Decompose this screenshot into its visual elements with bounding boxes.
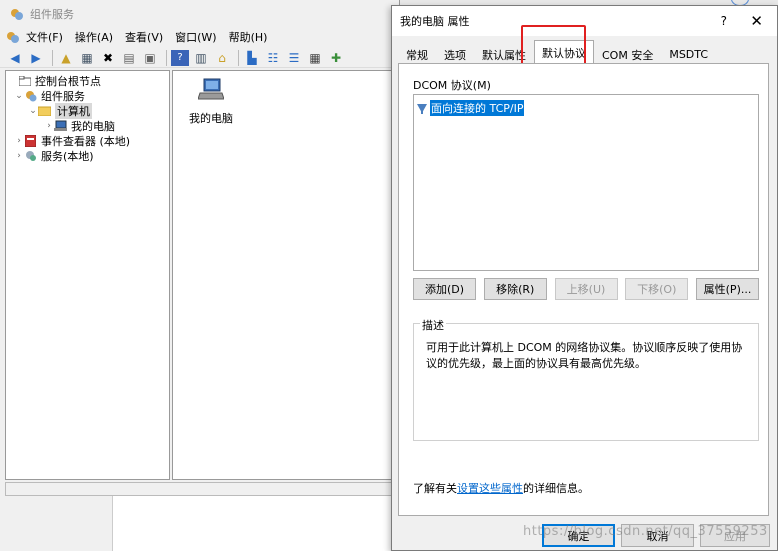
detail-view-icon[interactable]: ▦ [306, 50, 324, 66]
toolbar-separator [166, 49, 167, 66]
help-icon[interactable]: ? [171, 49, 189, 66]
content-pane: 我的电脑 [172, 70, 398, 480]
component-icon[interactable]: ✚ [327, 50, 345, 66]
tree-item-label: 组件服务 [41, 89, 85, 103]
computer-icon [197, 78, 225, 100]
component-services-icon [11, 9, 23, 20]
network-protocol-icon [417, 104, 427, 114]
chevron-right-icon[interactable]: › [14, 151, 24, 161]
tree-item-label: 计算机 [55, 102, 92, 119]
menu-view[interactable]: 查看(V) [125, 29, 163, 45]
help-button[interactable]: ? [721, 14, 727, 28]
dcom-protocol-list[interactable]: 面向连接的 TCP/IP [413, 94, 759, 271]
more-info-prefix: 了解有关 [413, 482, 457, 495]
dialog-footer: 确定 取消 应用 [392, 516, 777, 551]
tree-item-console-root[interactable]: 控制台根节点 [6, 73, 169, 88]
dialog-title-bar: 我的电脑 属性 ? ✕ [392, 6, 777, 36]
chevron-down-icon[interactable]: ⌄ [14, 91, 24, 101]
console-tree: 控制台根节点 ⌄ 组件服务 ⌄ 计算机 › 我的电脑 › 事件查看器 (本地) … [5, 70, 170, 480]
folder-icon [18, 75, 31, 87]
mmc-title-bar: 组件服务 [0, 2, 400, 26]
services-icon [24, 150, 37, 162]
tree-item-event-viewer[interactable]: › 事件查看器 (本地) [6, 133, 169, 148]
dialog-title: 我的电脑 属性 [400, 15, 470, 28]
status-bar [5, 482, 398, 496]
tree-item-label: 事件查看器 (本地) [41, 134, 131, 148]
show-tree-icon[interactable]: ▦ [78, 50, 96, 66]
add-button[interactable]: 添加(D) [413, 278, 476, 300]
computer-icon [54, 120, 67, 132]
event-viewer-icon [24, 134, 37, 147]
mmc-menu-app-icon[interactable] [6, 30, 20, 44]
tree-item-label: 控制台根节点 [35, 74, 101, 88]
description-text: 可用于此计算机上 DCOM 的网络协议集。协议顺序反映了使用协议的优先级，最上面… [426, 341, 743, 370]
mmc-menubar: 文件(F) 操作(A) 查看(V) 窗口(W) 帮助(H) [0, 28, 400, 46]
dcom-protocols-label: DCOM 协议(M) [413, 79, 491, 92]
background-area [112, 496, 400, 551]
delete-icon[interactable]: ✖ [99, 50, 117, 66]
my-computer-label: 我的电脑 [189, 112, 233, 125]
list-view-icon[interactable]: ☰ [285, 50, 303, 66]
tree-item-label: 我的电脑 [71, 119, 115, 133]
folder-icon [38, 105, 51, 117]
move-up-button[interactable]: 上移(U) [554, 278, 618, 300]
close-button[interactable]: ✕ [750, 12, 763, 30]
protocol-button-row: 添加(D) 移除(R) 上移(U) 下移(O) 属性(P)... [413, 278, 759, 300]
toolbar-separator [52, 49, 53, 66]
chevron-right-icon[interactable]: › [14, 136, 24, 146]
list-item[interactable]: 面向连接的 TCP/IP [416, 100, 525, 116]
menu-window[interactable]: 窗口(W) [175, 29, 216, 45]
ok-button[interactable]: 确定 [542, 524, 615, 547]
tab-options[interactable]: 选项 [436, 44, 474, 64]
component-services-icon [24, 90, 37, 102]
cancel-button[interactable]: 取消 [621, 524, 694, 547]
properties-button[interactable]: 属性(P)... [696, 278, 759, 300]
tree-item-services[interactable]: › 服务(本地) [6, 148, 169, 163]
description-group: 描述 可用于此计算机上 DCOM 的网络协议集。协议顺序反映了使用协议的优先级，… [413, 317, 759, 441]
tab-com-security[interactable]: COM 安全 [594, 44, 661, 64]
menu-help[interactable]: 帮助(H) [229, 29, 268, 45]
small-icons-icon[interactable]: ☷ [264, 50, 282, 66]
tree-item-computers[interactable]: ⌄ 计算机 [6, 102, 169, 119]
menu-file[interactable]: 文件(F) [26, 29, 63, 45]
apply-button[interactable]: 应用 [700, 524, 770, 547]
chevron-down-icon[interactable]: ⌄ [28, 106, 38, 116]
toolbar-separator [238, 49, 239, 66]
move-down-button[interactable]: 下移(O) [625, 278, 689, 300]
component-services-window: 组件服务 文件(F) 操作(A) 查看(V) 窗口(W) 帮助(H) ◀ ▶ ▲… [0, 0, 400, 551]
tab-strip: 常规 选项 默认属性 默认协议 COM 安全 MSDTC [398, 40, 716, 64]
remove-button[interactable]: 移除(R) [483, 278, 547, 300]
description-legend: 描述 [420, 317, 446, 333]
default-protocols-panel: DCOM 协议(M) 面向连接的 TCP/IP 添加(D) 移除(R) 上移(U… [398, 63, 769, 516]
forward-arrow-icon[interactable]: ▶ [27, 50, 45, 66]
more-info-text: 了解有关设置这些属性的详细信息。 [413, 480, 589, 496]
settings-help-link[interactable]: 设置这些属性 [457, 482, 523, 495]
more-info-suffix: 的详细信息。 [523, 482, 589, 495]
tab-general[interactable]: 常规 [398, 44, 436, 64]
mmc-toolbar: ◀ ▶ ▲ ▦ ✖ ▤ ▣ ? ▥ ⌂ ▙ ☷ ☰ ▦ ✚ [0, 48, 400, 68]
tab-msdtc[interactable]: MSDTC [661, 44, 716, 64]
action-pane-icon[interactable]: ▥ [192, 50, 210, 66]
refresh-icon[interactable]: ▣ [141, 50, 159, 66]
up-folder-icon[interactable]: ▲ [57, 50, 75, 66]
protocol-label: 面向连接的 TCP/IP [430, 100, 525, 116]
back-arrow-icon[interactable]: ◀ [6, 50, 24, 66]
new-window-icon[interactable]: ⌂ [213, 50, 231, 66]
tree-item-label: 服务(本地) [41, 149, 94, 163]
menu-action[interactable]: 操作(A) [75, 29, 113, 45]
tab-default-properties[interactable]: 默认属性 [474, 44, 534, 64]
tree-item-my-computer[interactable]: › 我的电脑 [6, 118, 169, 133]
chevron-right-icon[interactable]: › [44, 121, 54, 131]
large-icons-icon[interactable]: ▙ [243, 50, 261, 66]
tree-item-component-services[interactable]: ⌄ 组件服务 [6, 88, 169, 103]
properties-dialog: 我的电脑 属性 ? ✕ 常规 选项 默认属性 默认协议 COM 安全 MSDTC… [391, 5, 778, 551]
my-computer-item[interactable]: 我的电脑 [181, 77, 241, 126]
mmc-title-text: 组件服务 [30, 8, 74, 21]
tab-default-protocols[interactable]: 默认协议 [534, 40, 594, 64]
properties-icon[interactable]: ▤ [120, 50, 138, 66]
